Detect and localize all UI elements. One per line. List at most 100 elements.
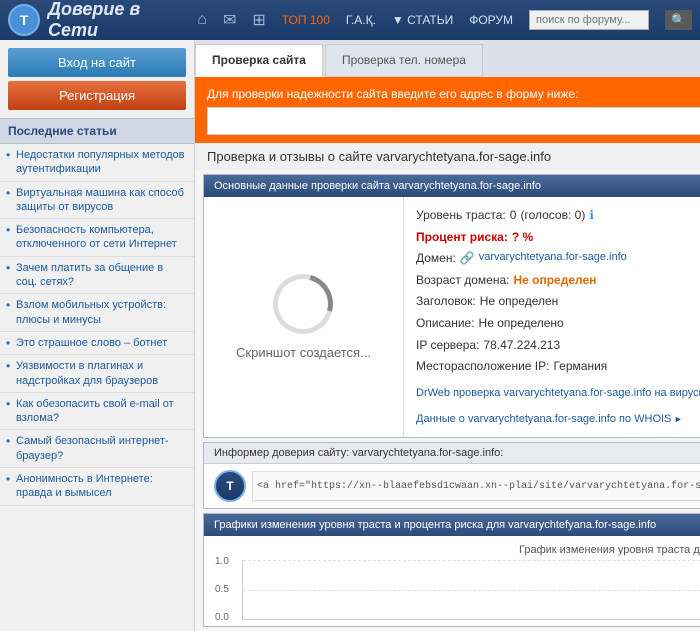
trust-level-row: Уровень траста: 0 (голосов: 0) ℹ (416, 205, 700, 227)
nav-forum[interactable]: ФОРУМ (469, 13, 513, 27)
search-button[interactable]: 🔍 (665, 10, 692, 30)
sidebar-articles-list: Недостатки популярных методов аутентифик… (0, 144, 194, 506)
location-row: Месторасположение IP: Германия (416, 356, 700, 378)
risk-label: Процент риска: (416, 227, 508, 249)
informer-section: Информер доверия сайту: varvarychtetyana… (203, 442, 700, 509)
graph-section: Графики изменения уровня траста и процен… (203, 513, 700, 627)
whois-link-row: Данные о varvarychtetyana.for-sage.info … (416, 408, 700, 430)
sidebar-articles-title: Последние статьи (0, 118, 194, 144)
info-icon: ℹ (589, 205, 594, 227)
nav-articles[interactable]: ▼ СТАТЬИ (392, 13, 453, 27)
check-form-label: Для проверки надежности сайта введите ег… (207, 87, 700, 101)
article-link[interactable]: Недостатки популярных методов аутентифик… (16, 148, 186, 177)
graph-header: Графики изменения уровня траста и процен… (204, 514, 700, 536)
list-item[interactable]: Безопасность компьютера, отключенного от… (0, 219, 194, 257)
site-details: ? Уровень траста: 0 (голосов: 0) ℹ Проце… (404, 197, 700, 437)
title-value: Не определен (480, 291, 559, 313)
article-link[interactable]: Как обезопасить свой e-mail от взлома? (16, 397, 186, 426)
nav-top100[interactable]: ТОП 100 (282, 13, 330, 27)
sidebar: Вход на сайт Регистрация Последние стать… (0, 40, 195, 631)
article-link[interactable]: Взлом мобильных устройств: плюсы и минус… (16, 298, 186, 327)
age-row: Возраст домена: Не определен (416, 270, 700, 292)
list-item[interactable]: Виртуальная машина как способ защиты от … (0, 182, 194, 220)
article-link[interactable]: Виртуальная машина как способ защиты от … (16, 186, 186, 215)
tabs-bar: Проверка сайта Проверка тел. номера (195, 40, 700, 79)
whois-link[interactable]: Данные о varvarychtetyana.for-sage.info … (416, 413, 683, 425)
list-item[interactable]: Самый безопасный интернет-браузер? (0, 430, 194, 468)
drweb-link-row: DrWeb проверка varvarychtetyana.for-sage… (416, 382, 700, 404)
h-line-top (243, 560, 700, 561)
main-layout: Вход на сайт Регистрация Последние стать… (0, 40, 700, 631)
informer-logo-icon: Т (214, 470, 246, 502)
url-input[interactable] (207, 107, 700, 135)
y-label-top: 1.0 (215, 556, 229, 567)
age-value: Не определен (513, 270, 596, 292)
domain-value[interactable]: varvarychtetyana.for-sage.info (479, 248, 627, 270)
trust-votes: (голосов: 0) (520, 205, 585, 227)
login-button[interactable]: Вход на сайт (8, 48, 186, 77)
tab-check-site[interactable]: Проверка сайта (195, 44, 323, 77)
search-input[interactable] (529, 10, 649, 30)
list-item[interactable]: Анонимность в Интернете: правда и вымысе… (0, 468, 194, 506)
domain-icon: 🔗 (460, 248, 475, 270)
spinner: Скриншот создается... (236, 274, 371, 360)
spinner-text: Скриншот создается... (236, 345, 371, 360)
spinner-icon (273, 274, 333, 334)
list-item[interactable]: Уязвимости в плагинах и надстройках для … (0, 355, 194, 393)
site-data-body: Скриншот создается... ? Уровень траста: … (204, 197, 700, 437)
age-label: Возраст домена: (416, 270, 509, 292)
ip-label: IP сервера: (416, 335, 479, 357)
domain-label: Домен: (416, 248, 456, 270)
mail-icon[interactable]: ✉ (223, 10, 236, 30)
list-item[interactable]: Это страшное слово – ботнет (0, 332, 194, 355)
location-value: Германия (553, 356, 607, 378)
screenshot-area: Скриншот создается... (204, 197, 404, 437)
url-input-row: ПРОВЕРКА САЙТА (207, 107, 700, 135)
graph-body: График изменения уровня траста для varva… (204, 536, 700, 626)
graph-area: 1.0 0.5 0.0 (242, 560, 700, 620)
location-label: Месторасположение IP: (416, 356, 549, 378)
desc-label: Описание: (416, 313, 475, 335)
article-link[interactable]: Безопасность компьютера, отключенного от… (16, 223, 186, 252)
desc-value: Не определено (479, 313, 564, 335)
grid-icon[interactable]: ⊞ (252, 10, 265, 30)
informer-header: Информер доверия сайту: varvarychtetyana… (204, 443, 700, 464)
title-label: Заголовок: (416, 291, 476, 313)
risk-row: Процент риска: ? % (416, 227, 700, 249)
y-label-mid: 0.5 (215, 584, 229, 595)
risk-value: ? % (512, 227, 533, 249)
article-link[interactable]: Анонимность в Интернете: правда и вымысе… (16, 472, 186, 501)
nav-faq[interactable]: Г.А.Қ. (346, 13, 376, 27)
site-title: Доверие в Сети (48, 0, 189, 41)
nav-bar: ⌂ ✉ ⊞ ТОП 100 Г.А.Қ. ▼ СТАТЬИ ФОРУМ 🔍 (197, 10, 692, 30)
article-link[interactable]: Уязвимости в плагинах и надстройках для … (16, 359, 186, 388)
article-link[interactable]: Самый безопасный интернет-браузер? (16, 434, 186, 463)
list-item[interactable]: Как обезопасить свой e-mail от взлома? (0, 393, 194, 431)
tab-check-phone[interactable]: Проверка тел. номера (325, 44, 483, 77)
site-data-header: Основные данные проверки сайта varvarych… (204, 175, 700, 197)
domain-row: Домен: 🔗 varvarychtetyana.for-sage.info (416, 248, 700, 270)
ip-value: 78.47.224.213 (483, 335, 560, 357)
trust-level-label: Уровень траста: (416, 205, 506, 227)
drweb-link[interactable]: DrWeb проверка varvarychtetyana.for-sage… (416, 387, 700, 399)
header: Т Доверие в Сети ⌂ ✉ ⊞ ТОП 100 Г.А.Қ. ▼ … (0, 0, 700, 40)
informer-body: Т <a href="https://xn--blaaefebsd1cwaan.… (204, 464, 700, 508)
register-button[interactable]: Регистрация (8, 81, 186, 110)
trust-level-value: 0 (510, 205, 517, 227)
check-form-area: Для проверки надежности сайта введите ег… (195, 79, 700, 143)
site-info-title: Проверка и отзывы о сайте varvarychtetya… (195, 143, 700, 170)
list-item[interactable]: Зачем платить за общение в соц. сетях? (0, 257, 194, 295)
list-item[interactable]: Взлом мобильных устройств: плюсы и минус… (0, 294, 194, 332)
informer-code[interactable]: <a href="https://xn--blaaefebsd1cwaan.xn… (252, 471, 700, 501)
desc-row: Описание: Не определено (416, 313, 700, 335)
home-icon[interactable]: ⌂ (197, 11, 207, 29)
graph-title: График изменения уровня траста для varva… (212, 544, 700, 556)
article-link[interactable]: Зачем платить за общение в соц. сетях? (16, 261, 186, 290)
list-item[interactable]: Недостатки популярных методов аутентифик… (0, 144, 194, 182)
title-row: Заголовок: Не определен (416, 291, 700, 313)
logo-icon: Т (8, 4, 40, 36)
content: Проверка сайта Проверка тел. номера Для … (195, 40, 700, 631)
site-data-panel: Основные данные проверки сайта varvarych… (203, 174, 700, 438)
y-label-bot: 0.0 (215, 612, 229, 623)
article-link[interactable]: Это страшное слово – ботнет (16, 336, 186, 350)
